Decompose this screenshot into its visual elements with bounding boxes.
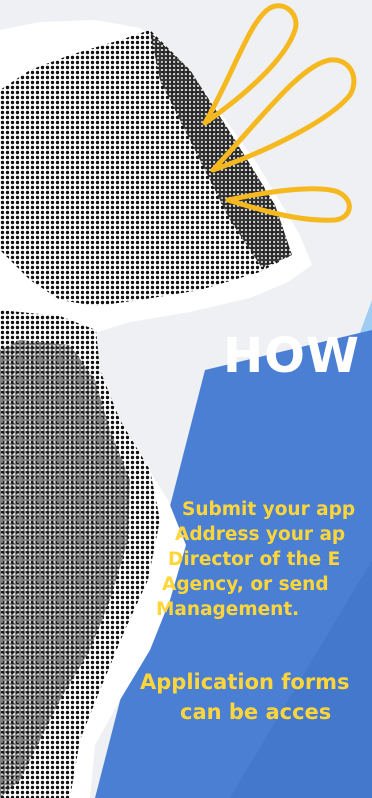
note-line-2: can be acces: [180, 700, 332, 724]
body-line-2: Address your ap: [175, 524, 346, 545]
body-line-3: Director of the E: [168, 549, 341, 570]
note-line-1: Application forms: [140, 670, 350, 694]
heading: HOW: [223, 328, 360, 384]
poster: HOW Submit your app Address your ap Dire…: [0, 0, 372, 798]
body-line-4: Agency, or send: [162, 574, 329, 595]
body-line-5: Management.: [156, 599, 300, 620]
body-line-1: Submit your app: [182, 499, 356, 520]
